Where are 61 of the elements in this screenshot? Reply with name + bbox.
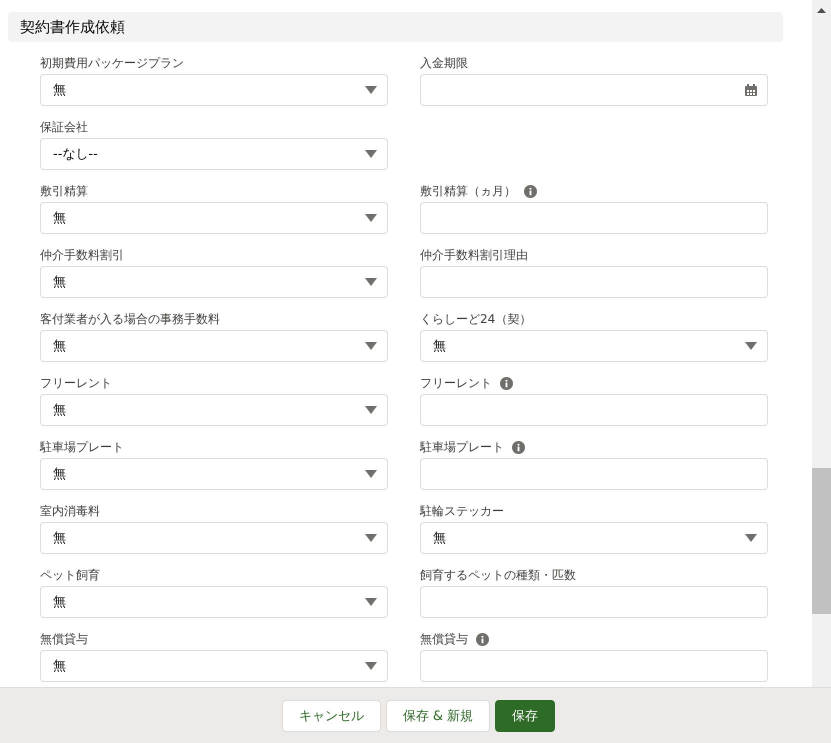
field-label: 無償貸与 (40, 630, 88, 648)
info-icon[interactable] (524, 184, 537, 198)
scroll-up-icon[interactable] (817, 8, 826, 13)
field-label: フリーレント (420, 374, 492, 392)
field-label: フリーレント (40, 374, 112, 392)
select-field[interactable]: 無 (40, 458, 388, 490)
input-field[interactable] (420, 394, 768, 426)
info-icon[interactable] (500, 376, 513, 390)
dropdown-arrow-icon (365, 470, 377, 478)
select-field[interactable]: 無 (40, 74, 388, 106)
input-field[interactable] (420, 586, 768, 618)
field-label: 入金期限 (420, 54, 468, 72)
dropdown-arrow-icon (745, 342, 757, 350)
info-icon[interactable] (476, 632, 489, 646)
select-field[interactable]: 無 (40, 586, 388, 618)
field-label: ペット飼育 (40, 566, 100, 584)
dropdown-arrow-icon (365, 342, 377, 350)
field-label: 駐車場プレート (40, 438, 124, 456)
date-field[interactable] (420, 74, 768, 106)
field-label: 飼育するペットの種類・匹数 (420, 566, 576, 584)
select-field[interactable]: 無 (40, 266, 388, 298)
dropdown-arrow-icon (365, 662, 377, 670)
field-label: 仲介手数料割引 (40, 246, 124, 264)
field-label: 駐輪ステッカー (420, 502, 504, 520)
field-label: 敷引精算（ヵ月） (420, 182, 516, 200)
input-field[interactable] (420, 458, 768, 490)
field-label: 室内消毒料 (40, 502, 100, 520)
dropdown-arrow-icon (365, 406, 377, 414)
save-button[interactable]: 保存 (495, 700, 556, 732)
field-label: 初期費用パッケージプラン (40, 54, 184, 72)
info-icon[interactable] (512, 440, 525, 454)
scrollbar-thumb[interactable] (812, 468, 831, 614)
field-label: 仲介手数料割引理由 (420, 246, 528, 264)
footer-button[interactable]: キャンセル (282, 700, 381, 732)
select-field[interactable]: 無 (40, 522, 388, 554)
input-field[interactable] (420, 650, 768, 682)
field-label: 敷引精算 (40, 182, 88, 200)
dropdown-arrow-icon (365, 86, 377, 94)
input-field[interactable] (420, 202, 768, 234)
dropdown-arrow-icon (365, 214, 377, 222)
dropdown-arrow-icon (745, 534, 757, 542)
dropdown-arrow-icon (365, 534, 377, 542)
field-label: 無償貸与 (420, 630, 468, 648)
dropdown-arrow-icon (365, 598, 377, 606)
select-field[interactable]: 無 (40, 330, 388, 362)
field-label: 保証会社 (40, 118, 88, 136)
calendar-icon (745, 84, 757, 96)
select-field[interactable]: 無 (40, 202, 388, 234)
field-label: くらしーど24（契） (420, 310, 532, 328)
field-label: 客付業者が入る場合の事務手数料 (40, 310, 220, 328)
section-header[interactable]: 契約書作成依頼 (8, 12, 783, 42)
select-field[interactable]: 無 (420, 522, 768, 554)
footer-button[interactable]: 保存 & 新規 (386, 700, 490, 732)
dropdown-arrow-icon (365, 150, 377, 158)
input-field[interactable] (420, 266, 768, 298)
select-field[interactable]: 無 (40, 650, 388, 682)
dropdown-arrow-icon (365, 278, 377, 286)
select-field[interactable]: --なし-- (40, 138, 388, 170)
select-field[interactable]: 無 (40, 394, 388, 426)
select-field[interactable]: 無 (420, 330, 768, 362)
field-label: 駐車場プレート (420, 438, 504, 456)
